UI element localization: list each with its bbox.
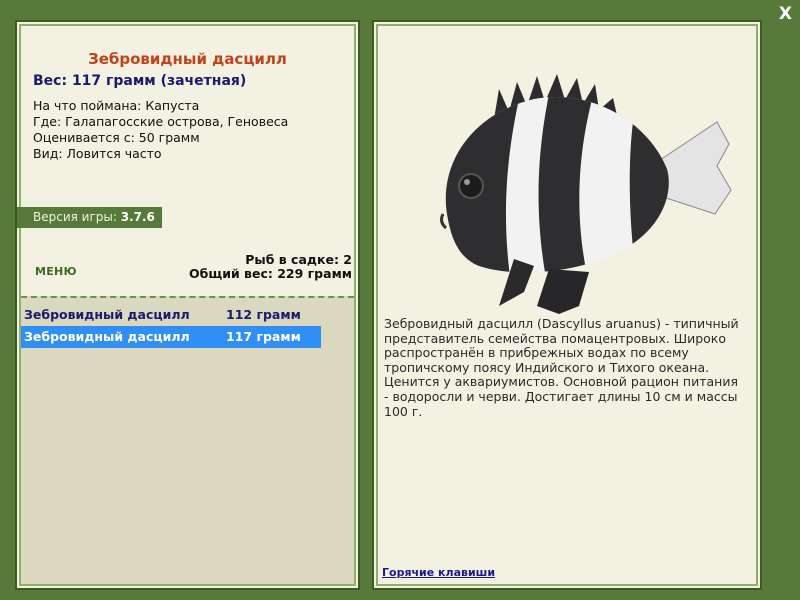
fish-description-panel: Зебровидный дасцилл (Dascyllus aruanus) … <box>372 20 762 590</box>
fish-details: На что поймана: Капуста Где: Галапагосск… <box>33 98 288 162</box>
catch-list: Зебровидный дасцилл 112 грамм Зебровидны… <box>21 296 354 584</box>
fish-info-panel: Зебровидный дасцилл Вес: 117 грамм (заче… <box>15 20 360 590</box>
menu-button[interactable]: МЕНЮ <box>35 265 77 278</box>
close-button[interactable]: X <box>779 4 792 24</box>
fish-image <box>440 74 732 314</box>
total-weight: Общий вес: 229 грамм <box>189 266 352 281</box>
catch-list-item-selected[interactable]: Зебровидный дасцилл 117 грамм <box>21 326 321 348</box>
game-version: Версия игры: 3.7.6 <box>17 207 162 228</box>
frequency-text: Вид: Ловится часто <box>33 146 162 161</box>
catch-item-name: Зебровидный дасцилл <box>24 329 190 344</box>
fish-count: Рыб в садке: 2 <box>245 252 352 267</box>
fish-eye <box>458 173 484 199</box>
rear-stripe <box>629 104 669 273</box>
fish-title: Зебровидный дасцилл <box>88 50 287 68</box>
anal-fin <box>537 269 589 314</box>
fish-description: Зебровидный дасцилл (Dascyllus aruanus) … <box>384 316 739 419</box>
rated-from-text: Оценивается с: 50 грамм <box>33 130 200 145</box>
fish-weight: Вес: 117 грамм (зачетная) <box>33 73 247 89</box>
location-text: Где: Галапагосские острова, Геновеса <box>33 114 289 129</box>
catch-item-weight: 112 грамм <box>226 307 301 322</box>
version-number: 3.7.6 <box>120 210 155 224</box>
caught-with-text: На что поймана: Капуста <box>33 98 200 113</box>
cage-stats: Рыб в садке: 2 Общий вес: 229 грамм <box>189 253 352 281</box>
catch-item-weight: 117 грамм <box>226 329 301 344</box>
version-label: Версия игры: <box>33 210 117 224</box>
catch-item-name: Зебровидный дасцилл <box>24 307 190 322</box>
hotkeys-link[interactable]: Горячие клавиши <box>382 566 495 579</box>
catch-list-item[interactable]: Зебровидный дасцилл 112 грамм <box>21 304 321 326</box>
